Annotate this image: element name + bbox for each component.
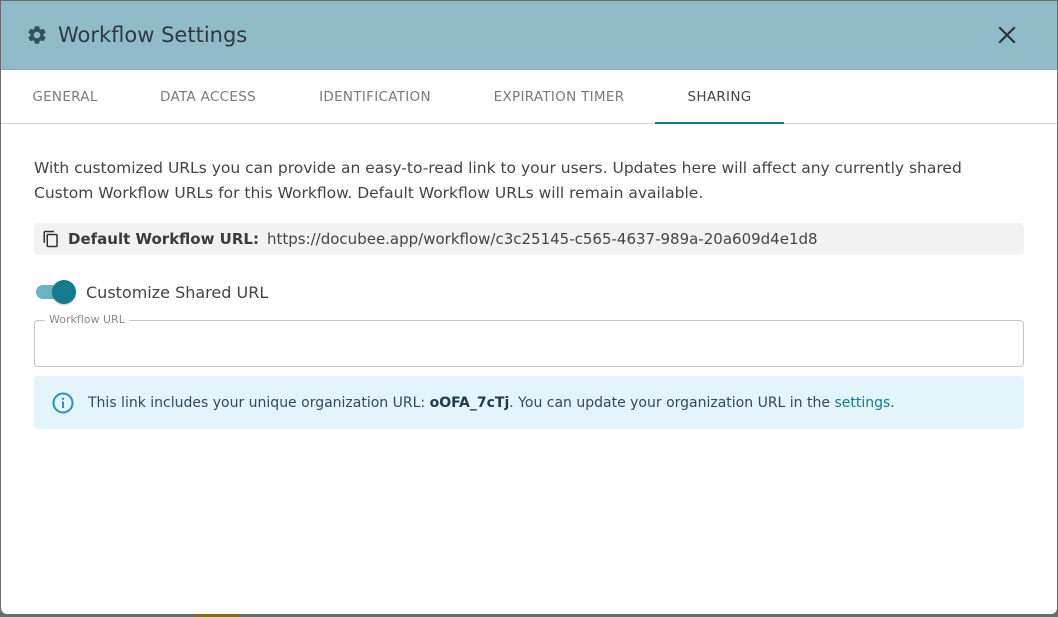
tab-expiration-timer[interactable]: EXPIRATION TIMER <box>463 70 655 123</box>
default-url-value: https://docubee.app/workflow/c3c25145-c5… <box>266 230 818 248</box>
default-url-label: Default Workflow URL: <box>68 230 259 248</box>
close-icon[interactable] <box>997 25 1017 45</box>
info-text: This link includes your unique organizat… <box>88 395 895 411</box>
tab-label: EXPIRATION TIMER <box>493 88 625 105</box>
workflow-url-field: Workflow URL <box>34 313 1024 367</box>
default-workflow-url-box: Default Workflow URL: https://docubee.ap… <box>34 223 1024 255</box>
sharing-intro-text: With customized URLs you can provide an … <box>34 159 962 202</box>
dialog-title: Workflow Settings <box>58 23 248 47</box>
tab-label: GENERAL <box>32 88 98 105</box>
tab-label: SHARING <box>687 88 752 105</box>
customize-shared-url-toggle[interactable] <box>34 280 76 304</box>
toggle-thumb <box>52 280 76 304</box>
info-text-middle: . You can update your organization URL i… <box>509 394 835 411</box>
customize-url-row: Customize Shared URL <box>34 277 1024 307</box>
dialog-header: Workflow Settings <box>1 1 1057 70</box>
org-url-value: oOFA_7cTj <box>429 394 510 411</box>
settings-tabs: GENERAL DATA ACCESS IDENTIFICATION EXPIR… <box>1 70 1057 124</box>
info-text-after: . <box>890 394 895 411</box>
tab-data-access[interactable]: DATA ACCESS <box>129 70 287 123</box>
workflow-url-input[interactable] <box>35 321 1023 366</box>
sharing-panel: With customized URLs you can provide an … <box>1 156 1057 429</box>
workflow-settings-dialog: Workflow Settings GENERAL DATA ACCESS ID… <box>1 1 1057 614</box>
gear-icon <box>26 24 48 46</box>
tab-label: DATA ACCESS <box>160 88 256 105</box>
org-url-info-banner: This link includes your unique organizat… <box>34 376 1024 429</box>
customize-shared-url-label: Customize Shared URL <box>86 282 269 302</box>
tab-general[interactable]: GENERAL <box>1 70 129 123</box>
copy-icon[interactable] <box>42 230 60 248</box>
tab-identification[interactable]: IDENTIFICATION <box>287 70 463 123</box>
info-text-before: This link includes your unique organizat… <box>88 394 430 411</box>
tab-sharing[interactable]: SHARING <box>655 70 784 124</box>
info-icon <box>51 391 75 415</box>
settings-link[interactable]: settings <box>834 395 890 411</box>
tab-label: IDENTIFICATION <box>319 88 431 105</box>
